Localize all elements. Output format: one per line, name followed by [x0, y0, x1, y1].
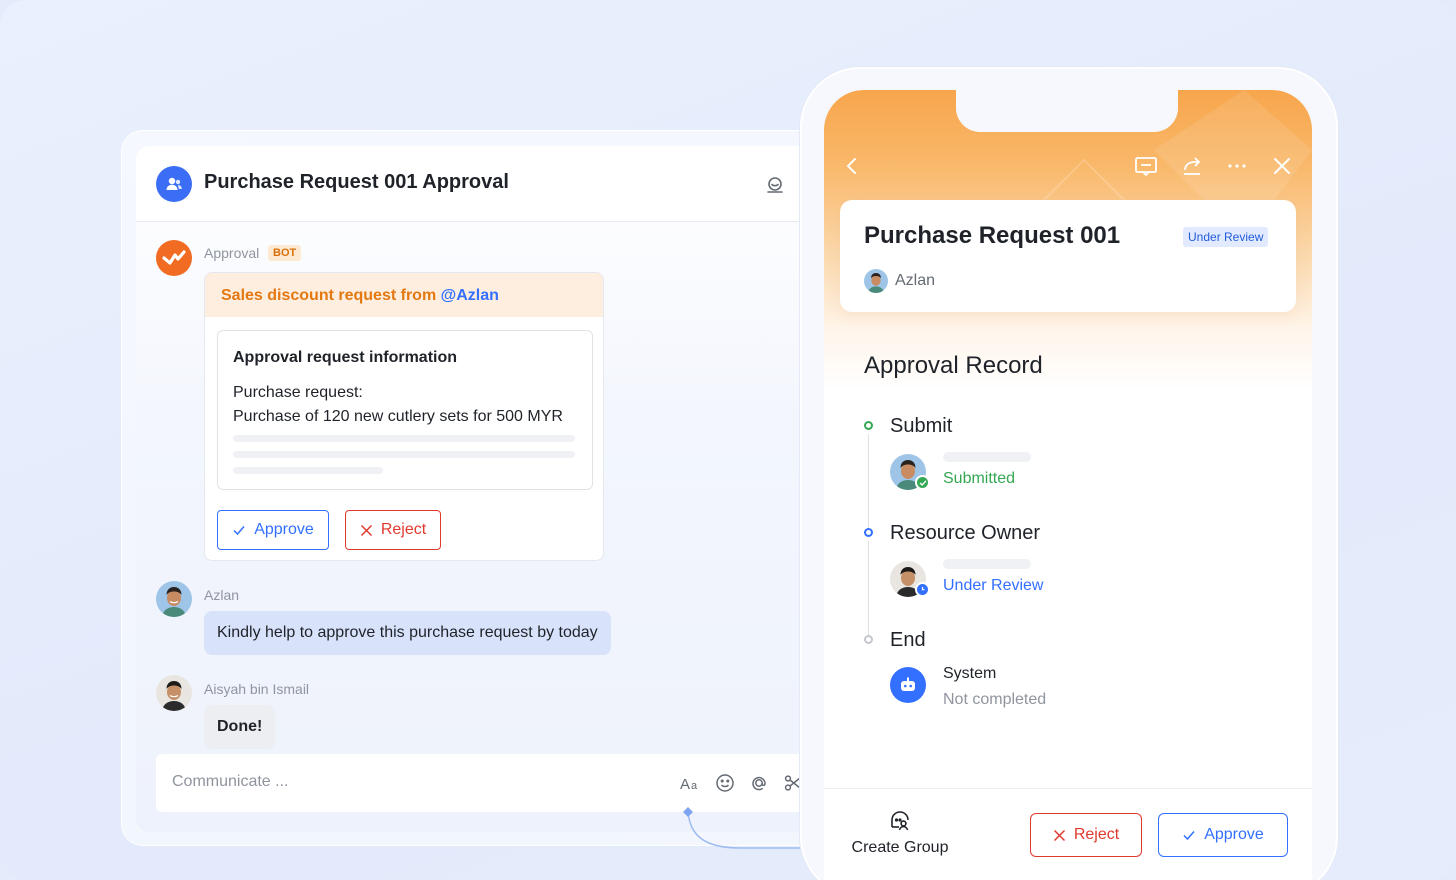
- reject-button[interactable]: Reject: [1030, 813, 1142, 857]
- approval-record-title: Approval Record: [864, 352, 1043, 379]
- action-bar: Create Group Reject Approve: [824, 788, 1312, 880]
- step-status: Not completed: [943, 691, 1047, 708]
- placeholder-line: [943, 452, 1031, 462]
- share-icon[interactable]: [1180, 154, 1204, 178]
- step-title: Submit: [890, 415, 953, 437]
- timeline-line: [868, 434, 869, 530]
- reject-label: Reject: [1073, 826, 1120, 843]
- placeholder-line: [943, 559, 1031, 569]
- timeline-dot: [864, 635, 873, 644]
- success-check-icon: [915, 475, 930, 490]
- step-status: Submitted: [943, 470, 1016, 487]
- timeline-dot: [864, 421, 873, 430]
- timeline-dot: [864, 528, 873, 537]
- requester-name: Azlan: [895, 272, 936, 289]
- request-card: Purchase Request 001 Under Review Azlan: [840, 200, 1296, 312]
- step-title: End: [890, 629, 926, 651]
- phone-notch: [956, 90, 1178, 132]
- clock-icon: [915, 582, 930, 597]
- robot-icon: [890, 667, 926, 703]
- status-badge: Under Review: [1183, 227, 1269, 247]
- step-title: Resource Owner: [890, 522, 1041, 544]
- requester-avatar: [864, 269, 888, 293]
- back-icon[interactable]: [840, 154, 864, 178]
- close-icon[interactable]: [1270, 154, 1294, 178]
- timeline-line: [868, 541, 869, 637]
- approve-button[interactable]: Approve: [1158, 813, 1288, 857]
- comment-icon[interactable]: [1134, 154, 1158, 178]
- approve-label: Approve: [1204, 826, 1264, 843]
- step-actor: System: [943, 665, 997, 682]
- close-icon: [1053, 829, 1065, 841]
- phone-screen: Purchase Request 001 Under Review Azlan …: [824, 90, 1312, 880]
- create-group-button[interactable]: Create Group: [848, 839, 952, 857]
- request-title: Purchase Request 001: [864, 222, 1121, 249]
- step-status: Under Review: [943, 577, 1044, 594]
- more-icon[interactable]: [1225, 154, 1249, 178]
- check-icon: [1183, 831, 1195, 841]
- create-group-icon[interactable]: [888, 809, 912, 833]
